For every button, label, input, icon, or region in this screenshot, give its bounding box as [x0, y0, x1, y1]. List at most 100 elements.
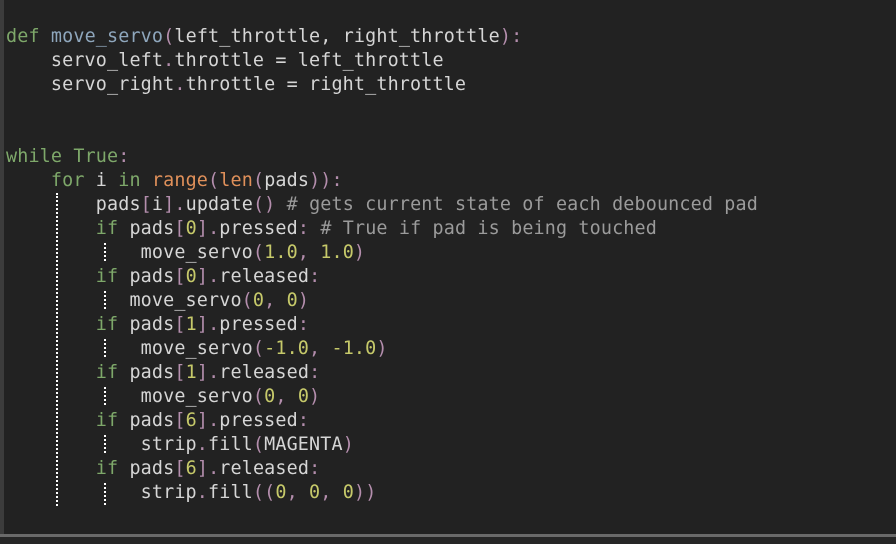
code-token: 0 [286, 290, 298, 311]
code-token: fill [208, 434, 253, 455]
code-token: 6 [185, 410, 197, 431]
code-token: , [286, 482, 310, 503]
code-token: i [84, 170, 119, 191]
code-token: ) [499, 26, 512, 47]
code-line[interactable]: if pads[6].released: [6, 457, 320, 481]
code-token: pads [118, 218, 175, 239]
code-token: [ [174, 410, 186, 431]
code-line[interactable]: if pads[1].released: [6, 361, 320, 385]
code-token: len [219, 170, 253, 191]
code-token: 6 [185, 458, 197, 479]
code-token: move_servo [6, 338, 253, 359]
code-token: [ [174, 314, 186, 335]
code-token: , [320, 482, 343, 503]
code-token: pads [264, 170, 310, 191]
code-token: released [219, 266, 310, 287]
code-line[interactable]: strip.fill((0, 0, 0)) [6, 481, 377, 505]
code-token: pads [6, 194, 141, 215]
code-token: ( [163, 26, 175, 47]
code-token: -1.0 [331, 338, 377, 359]
code-line[interactable]: while True: [6, 145, 129, 169]
indent-guide-if-0-pressed [104, 243, 106, 261]
code-token: ( [252, 434, 265, 455]
code-token: ) [297, 290, 310, 311]
code-token: : [331, 170, 343, 191]
code-line[interactable]: move_servo(0, 0) [6, 385, 320, 409]
code-token: move_servo [6, 386, 253, 407]
code-token: pads [118, 314, 175, 335]
code-token: 0 [342, 482, 354, 503]
code-token: strip [6, 482, 197, 503]
code-line[interactable]: move_servo(0, 0) [6, 289, 309, 313]
code-token: )) [353, 482, 377, 503]
code-token: strip [6, 434, 197, 455]
code-token: ) [353, 242, 366, 263]
code-token: 0 [264, 386, 276, 407]
code-token: . [196, 482, 209, 503]
code-token: : [511, 26, 523, 47]
code-token: . [174, 194, 186, 215]
code-line[interactable]: servo_left.throttle = left_throttle [6, 49, 444, 73]
code-token: ] [196, 410, 209, 431]
code-token: pressed [219, 314, 298, 335]
code-token: # True if pad is being touched [309, 218, 657, 239]
horizontal-scrollbar-track[interactable] [0, 537, 896, 544]
code-line[interactable]: move_servo(1.0, 1.0) [6, 241, 365, 265]
code-token: ] [196, 314, 209, 335]
code-token: . [208, 458, 220, 479]
code-line[interactable]: def move_servo(left_throttle, right_thro… [6, 25, 522, 49]
code-token: pressed [219, 218, 298, 239]
code-token: ] [163, 194, 175, 215]
code-token: , [275, 386, 298, 407]
code-token: 1 [185, 362, 197, 383]
code-line[interactable]: servo_right.throttle = right_throttle [6, 73, 466, 97]
code-line[interactable]: strip.fill(MAGENTA) [6, 433, 354, 457]
code-token: , [297, 242, 321, 263]
code-token: . [196, 434, 209, 455]
code-line[interactable]: if pads[0].released: [6, 265, 320, 289]
code-token: if [95, 410, 119, 431]
indent-guide-if-6-pressed [104, 435, 106, 453]
code-token: : [297, 410, 310, 431]
code-token: ( [252, 338, 265, 359]
code-token: : [309, 362, 321, 383]
code-token: . [208, 362, 220, 383]
code-line[interactable]: if pads[1].pressed: [6, 313, 309, 337]
code-token: : [297, 314, 310, 335]
code-token: fill [208, 482, 253, 503]
code-line[interactable]: if pads[0].pressed: # True if pad is bei… [6, 217, 657, 241]
code-token: . [208, 218, 220, 239]
code-token: : [309, 458, 321, 479]
code-token: if [95, 362, 119, 383]
editor-gutter-edge [0, 0, 4, 534]
code-editor[interactable]: def move_servo(left_throttle, right_thro… [6, 0, 896, 534]
code-token: [ [174, 266, 186, 287]
code-token: released [219, 458, 310, 479]
code-token: -1.0 [264, 338, 310, 359]
code-line[interactable]: move_servo(-1.0, -1.0) [6, 337, 388, 361]
code-token: . [208, 314, 220, 335]
code-line[interactable]: pads[i].update() # gets current state of… [6, 193, 758, 217]
code-token: 1.0 [264, 242, 298, 263]
code-token: ( [252, 386, 265, 407]
indent-guide-if-1-released [104, 387, 106, 405]
code-token: (( [252, 482, 276, 503]
code-token: ( [241, 290, 253, 311]
code-token: 0 [252, 290, 265, 311]
code-token: [ [140, 194, 152, 215]
code-token: 1.0 [320, 242, 354, 263]
code-line[interactable]: for i in range(len(pads)): [6, 169, 343, 193]
code-line[interactable]: if pads[6].pressed: [6, 409, 309, 433]
code-token: ) [309, 386, 321, 407]
code-token: : [309, 266, 321, 287]
code-token: if [95, 314, 119, 335]
code-token: [ [174, 218, 186, 239]
code-token: 0 [297, 386, 310, 407]
code-token: for [50, 170, 85, 191]
